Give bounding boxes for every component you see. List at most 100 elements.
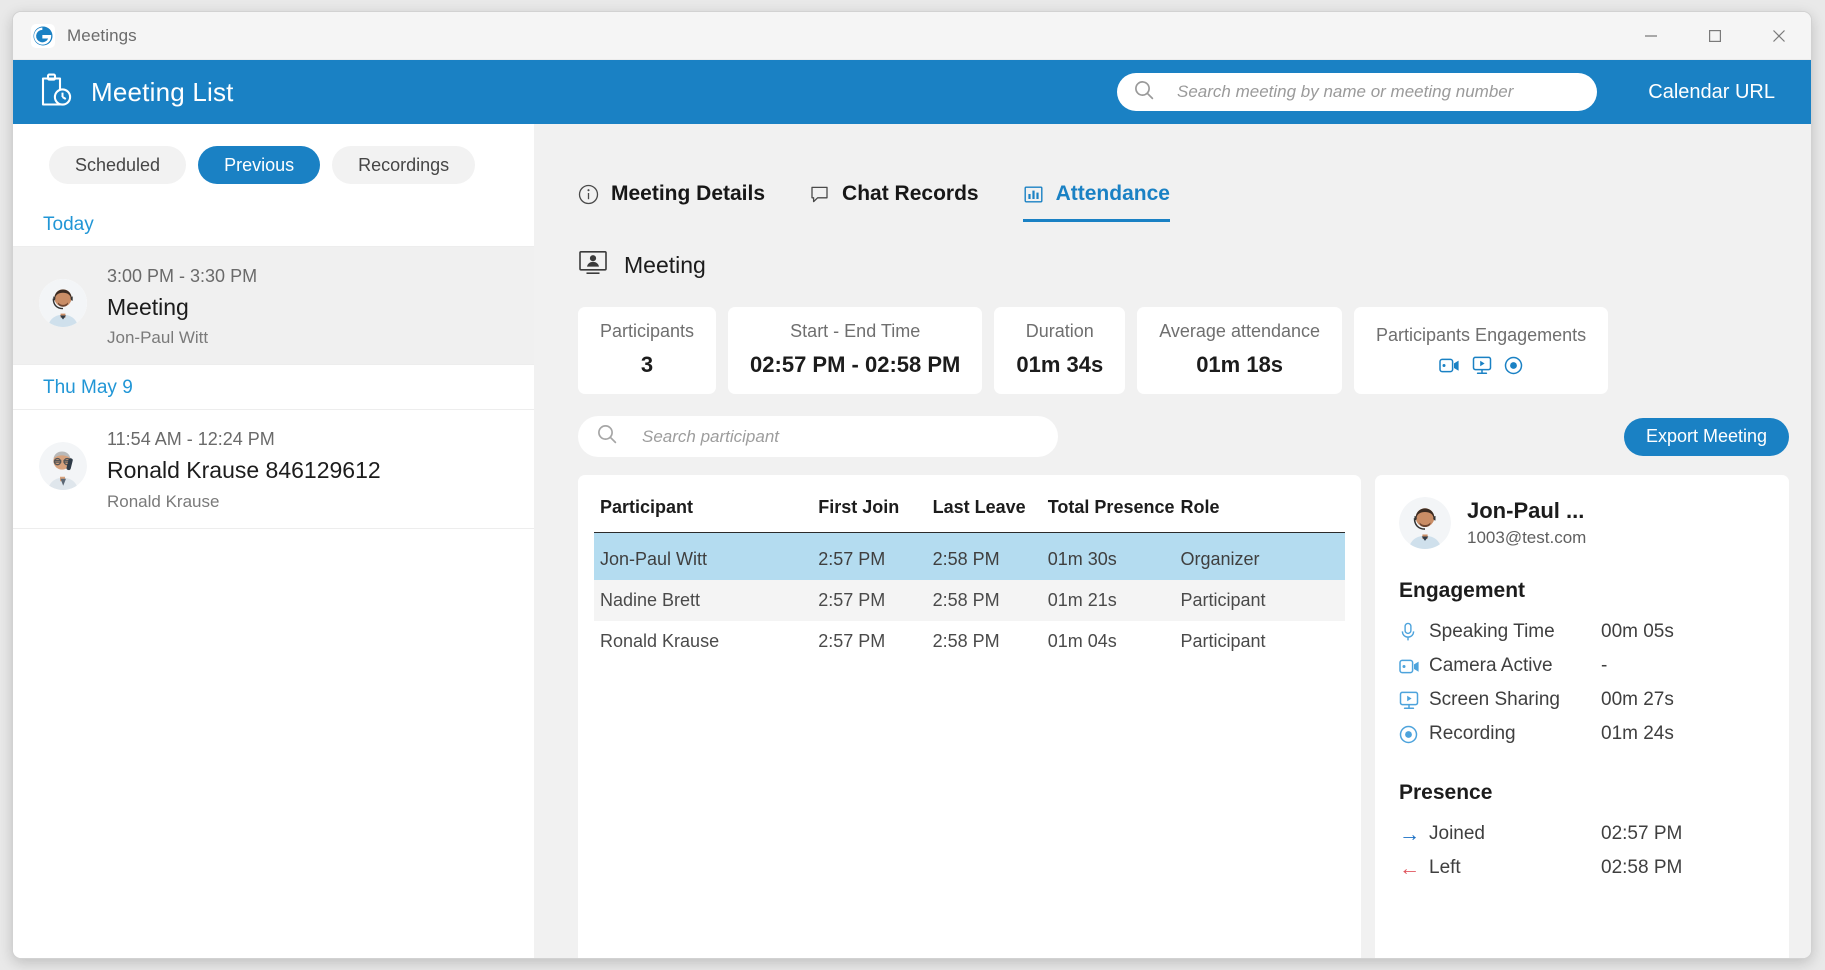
col-last-leave: Last Leave	[926, 497, 1042, 533]
filter-scheduled[interactable]: Scheduled	[49, 146, 187, 184]
title-bar: Meetings	[13, 12, 1811, 60]
content-tab-group: Meeting Details Chat Records Attendance	[558, 124, 1811, 222]
filter-previous[interactable]: Previous	[198, 146, 321, 184]
screen-share-icon	[1399, 691, 1429, 710]
presence-value: 02:58 PM	[1601, 857, 1683, 878]
bar-chart-icon	[1023, 184, 1044, 205]
filter-recordings[interactable]: Recordings	[332, 146, 476, 184]
app-window: Meetings Meeting List Search meeting by …	[12, 11, 1812, 959]
body: Scheduled Previous Recordings Today 3:00…	[13, 124, 1811, 958]
lower-split: Participant First Join Last Leave Total …	[558, 457, 1811, 958]
cell-role: Participant	[1180, 631, 1266, 651]
avatar	[1399, 497, 1451, 549]
meeting-item-text: 3:00 PM - 3:30 PM Meeting Jon-Paul Witt	[107, 261, 257, 348]
metric-screen-sharing: Screen Sharing 00m 27s	[1399, 683, 1765, 717]
meeting-list-item[interactable]: 11:54 AM - 12:24 PM Ronald Krause 846129…	[13, 409, 534, 529]
meeting-item-time: 3:00 PM - 3:30 PM	[107, 266, 258, 286]
export-meeting-button[interactable]: Export Meeting	[1623, 417, 1789, 456]
cell-first-join: 2:57 PM	[812, 580, 927, 621]
date-group-today: Today	[43, 214, 94, 235]
tab-label: Chat Records	[842, 182, 979, 205]
tab-chat-records[interactable]: Chat Records	[809, 182, 979, 222]
presence-value: 02:57 PM	[1601, 823, 1683, 844]
g-logo-icon	[31, 23, 55, 48]
meeting-item-title: Meeting	[107, 294, 189, 320]
maximize-button[interactable]	[1683, 12, 1747, 59]
presence-section-title: Presence	[1399, 781, 1493, 804]
meeting-search-input[interactable]	[1177, 82, 1581, 102]
screen-share-icon	[1472, 356, 1492, 375]
meeting-search-box[interactable]	[1117, 73, 1597, 111]
metric-label: Recording	[1429, 723, 1516, 744]
info-circle-icon	[578, 184, 599, 205]
meeting-section-label: Meeting	[624, 252, 706, 278]
cell-last-leave: 2:58 PM	[926, 532, 1042, 580]
cell-participant: Nadine Brett	[594, 580, 813, 621]
metric-value: 00m 05s	[1601, 621, 1674, 642]
filter-tab-group: Scheduled Previous Recordings	[13, 124, 534, 202]
cell-participant: Jon-Paul Witt	[594, 532, 813, 580]
table-header-row: Participant First Join Last Leave Total …	[594, 497, 1345, 533]
col-first-join: First Join	[812, 497, 927, 533]
participant-name: Jon-Paul ...	[1467, 498, 1585, 523]
cell-total-presence: 01m 30s	[1041, 532, 1175, 580]
stat-card-row: Participants 3 Start - End Time 02:57 PM…	[558, 281, 1811, 394]
tab-attendance[interactable]: Attendance	[1022, 182, 1170, 222]
meeting-item-title: Ronald Krause 846129612	[107, 457, 381, 484]
participant-identity-text: Jon-Paul ... 1003@test.com	[1467, 498, 1586, 548]
presence-left: ← Left 02:58 PM	[1399, 851, 1765, 885]
col-role: Role	[1174, 497, 1345, 533]
record-icon	[1504, 356, 1523, 375]
presentation-person-icon	[578, 250, 608, 281]
cell-role: Organizer	[1174, 532, 1345, 580]
meeting-list-sidebar: Scheduled Previous Recordings Today 3:00…	[13, 124, 534, 958]
app-header: Meeting List Calendar URL	[13, 60, 1811, 124]
cell-participant: Ronald Krause	[600, 631, 720, 651]
stat-card-start-end-time: Start - End Time 02:57 PM - 02:58 PM	[728, 307, 983, 394]
stat-card-participants-engagements: Participants Engagements	[1354, 307, 1609, 394]
participant-search-row: Export Meeting	[558, 394, 1811, 457]
participant-detail-card: Jon-Paul ... 1003@test.com Engagement Sp…	[1375, 475, 1789, 958]
table-header: Participant First Join Last Leave Total …	[594, 497, 1345, 533]
main-pane: Meeting Details Chat Records Attendance …	[534, 124, 1811, 958]
presence-joined: → Joined 02:57 PM	[1399, 817, 1765, 851]
minimize-button[interactable]	[1619, 12, 1683, 59]
arrow-right-icon: →	[1399, 822, 1420, 846]
search-icon	[1133, 79, 1155, 106]
meeting-item-host: Jon-Paul Witt	[107, 328, 209, 348]
col-total-presence: Total Presence	[1041, 497, 1175, 533]
table-row[interactable]: Ronald Krause 2:57 PM 2:58 PM 01m 04s Pa…	[594, 621, 1345, 662]
meeting-item-time: 11:54 AM - 12:24 PM	[107, 429, 275, 450]
table-row[interactable]: Nadine Brett 2:57 PM 2:58 PM 01m 21s Par…	[594, 580, 1345, 621]
table-row[interactable]: Jon-Paul Witt 2:57 PM 2:58 PM 01m 30s Or…	[594, 532, 1345, 580]
calendar-url-link[interactable]: Calendar URL	[1648, 81, 1775, 104]
cell-last-leave: 2:58 PM	[932, 631, 1000, 651]
stat-label: Start - End Time	[790, 321, 921, 341]
search-icon	[596, 423, 618, 450]
camera-icon	[1439, 357, 1460, 374]
stat-label: Average attendance	[1159, 321, 1321, 341]
arrow-left-icon: ←	[1399, 856, 1420, 880]
metric-label: Camera Active	[1429, 655, 1553, 676]
record-icon	[1399, 725, 1429, 744]
cell-last-leave: 2:58 PM	[926, 580, 1042, 621]
engagement-icon-group	[1439, 356, 1523, 375]
tab-label: Meeting Details	[611, 182, 766, 205]
close-button[interactable]	[1747, 12, 1811, 59]
window-title: Meetings	[67, 25, 137, 45]
participant-search-box[interactable]	[578, 416, 1058, 457]
table-body: Jon-Paul Witt 2:57 PM 2:58 PM 01m 30s Or…	[594, 532, 1345, 663]
chat-bubble-icon	[809, 184, 830, 205]
presence-label: Joined	[1429, 823, 1485, 844]
tab-meeting-details[interactable]: Meeting Details	[578, 182, 765, 222]
participant-search-input[interactable]	[642, 426, 1040, 447]
participant-identity: Jon-Paul ... 1003@test.com	[1399, 497, 1765, 549]
meeting-list-item[interactable]: 3:00 PM - 3:30 PM Meeting Jon-Paul Witt	[13, 246, 534, 366]
cell-role: Participant	[1174, 580, 1345, 621]
participants-table-card: Participant First Join Last Leave Total …	[578, 475, 1361, 958]
engagement-section-title: Engagement	[1399, 579, 1526, 602]
stat-card-average-attendance: Average attendance 01m 18s	[1137, 307, 1343, 394]
cell-first-join: 2:57 PM	[818, 631, 886, 651]
cell-total-presence: 01m 21s	[1041, 580, 1175, 621]
cell-total-presence: 01m 04s	[1047, 631, 1117, 651]
